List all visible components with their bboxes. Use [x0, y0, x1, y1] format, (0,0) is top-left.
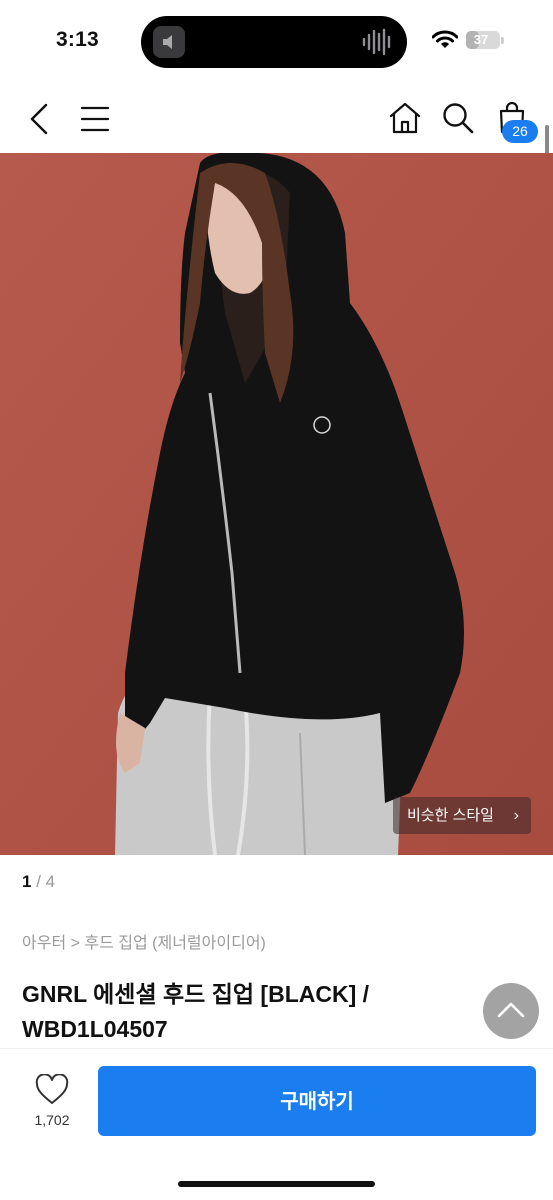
product-image[interactable]	[0, 153, 553, 855]
breadcrumb[interactable]: 아우터 > 후드 집업 (제너럴아이디어)	[22, 929, 266, 953]
dynamic-island	[141, 16, 407, 68]
home-indicator	[178, 1181, 375, 1187]
product-photo-illustration	[0, 153, 553, 855]
similar-style-button[interactable]: 비슷한 스타일 ›	[393, 797, 531, 834]
chevron-right-icon: ›	[513, 807, 519, 824]
image-page-counter: 1 / 4	[22, 872, 55, 892]
cart-count-badge: 26	[502, 120, 538, 143]
battery-level: 37	[473, 32, 489, 47]
status-bar: 3:13 37	[0, 0, 553, 80]
battery-icon: 37	[466, 31, 500, 49]
search-icon[interactable]	[441, 101, 475, 135]
buy-button[interactable]: 구매하기	[98, 1066, 536, 1136]
home-icon[interactable]	[388, 101, 422, 135]
similar-style-label: 비슷한 스타일	[407, 807, 494, 824]
back-icon[interactable]	[26, 102, 52, 136]
menu-icon[interactable]	[80, 105, 110, 133]
product-page: 3:13 37 26 비슷한 스타일 › 1 / 4 아우터 > 후드 집업 (…	[0, 0, 553, 1200]
like-count: 1,702	[34, 1112, 70, 1128]
counter-separator: /	[31, 872, 46, 891]
scroll-to-top-button[interactable]	[483, 983, 539, 1039]
sound-wave-icon	[361, 28, 393, 56]
heart-icon[interactable]	[35, 1074, 69, 1106]
product-title: GNRL 에센셜 후드 집업 [BLACK] / WBD1L04507	[22, 981, 370, 1042]
battery-tip	[501, 37, 504, 44]
wifi-icon	[431, 30, 459, 50]
status-time: 3:13	[56, 28, 99, 51]
total-image-count: 4	[45, 872, 56, 891]
chevron-up-icon	[497, 1002, 525, 1018]
volume-icon	[153, 26, 185, 58]
